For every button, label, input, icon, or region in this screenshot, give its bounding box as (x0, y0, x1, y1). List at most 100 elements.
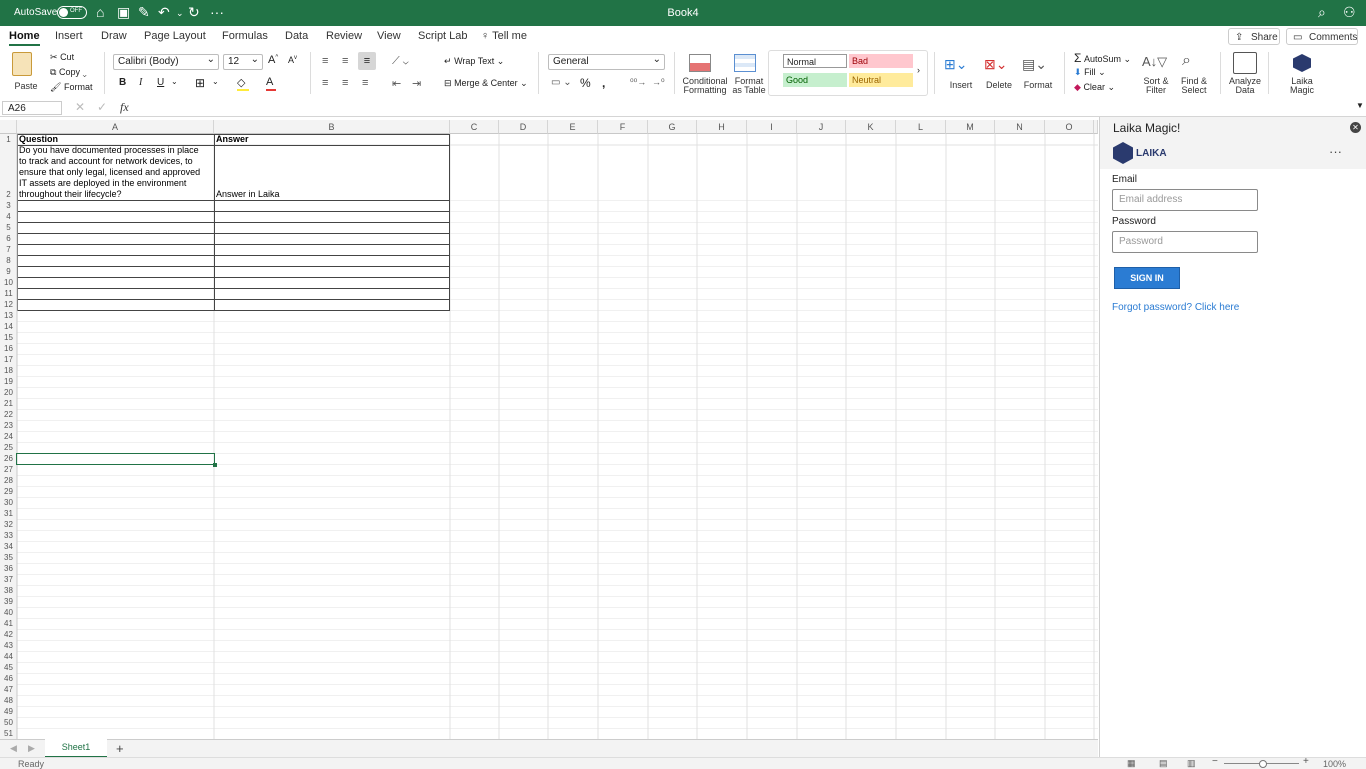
cell-b2[interactable]: Answer in Laika (216, 189, 280, 200)
style-bad[interactable]: Bad (849, 54, 913, 68)
row-header-21[interactable]: 21 (0, 399, 17, 408)
sign-in-button[interactable]: SIGN IN (1114, 267, 1180, 289)
column-header-g[interactable]: G (648, 120, 697, 134)
styles-more-icon[interactable]: › (917, 65, 920, 75)
cancel-entry-icon[interactable]: ✕ (75, 100, 85, 114)
column-header-l[interactable]: L (896, 120, 946, 134)
row-header-30[interactable]: 30 (0, 498, 17, 507)
column-header-b[interactable]: B (214, 120, 450, 134)
row-header-49[interactable]: 49 (0, 707, 17, 716)
copy-button[interactable]: ⧉ Copy ⌄ (50, 67, 87, 78)
tell-me[interactable]: ♀ Tell me (481, 30, 527, 42)
font-color-icon[interactable]: A (266, 76, 276, 91)
zoom-out-icon[interactable]: − (1212, 756, 1218, 767)
align-right-icon[interactable]: ≡ (362, 77, 368, 89)
row-header-29[interactable]: 29 (0, 487, 17, 496)
selected-cell-a26[interactable] (16, 453, 217, 467)
column-header-f[interactable]: F (598, 120, 648, 134)
row-header-2[interactable]: 2 (0, 190, 17, 199)
zoom-slider-thumb[interactable] (1259, 760, 1267, 768)
search-icon[interactable]: ⌕ (1318, 4, 1326, 21)
row-header-17[interactable]: 17 (0, 355, 17, 364)
cut-button[interactable]: ✂ Cut (50, 52, 74, 63)
row-header-44[interactable]: 44 (0, 652, 17, 661)
fill-color-icon[interactable]: ◇ (237, 76, 249, 91)
next-sheet-icon[interactable]: ▶ (28, 743, 35, 754)
accounting-format-icon[interactable]: ▭ ⌄ (551, 77, 572, 88)
forgot-password-link[interactable]: Forgot password? Click here (1112, 302, 1239, 313)
tab-draw[interactable]: Draw (101, 30, 127, 42)
column-header-j[interactable]: J (797, 120, 846, 134)
add-sheet-button[interactable]: + (116, 741, 124, 756)
email-input[interactable]: Email address (1112, 189, 1258, 211)
column-header-a[interactable]: A (17, 120, 214, 134)
tab-view[interactable]: View (377, 30, 401, 42)
row-header-37[interactable]: 37 (0, 575, 17, 584)
row-header-42[interactable]: 42 (0, 630, 17, 639)
row-header-20[interactable]: 20 (0, 388, 17, 397)
row-header-6[interactable]: 6 (0, 234, 17, 243)
wrap-text-button[interactable]: ↵ Wrap Text ⌄ (444, 56, 504, 67)
row-header-12[interactable]: 12 (0, 300, 17, 309)
orientation-icon[interactable]: ⟋ ⌄ (392, 55, 409, 68)
row-header-24[interactable]: 24 (0, 432, 17, 441)
row-header-45[interactable]: 45 (0, 663, 17, 672)
tab-data[interactable]: Data (285, 30, 308, 42)
row-header-36[interactable]: 36 (0, 564, 17, 573)
style-normal[interactable]: Normal (783, 54, 847, 68)
row-header-16[interactable]: 16 (0, 344, 17, 353)
row-header-23[interactable]: 23 (0, 421, 17, 430)
clear-button[interactable]: ◆ Clear ⌄ (1074, 82, 1115, 93)
find-select-button[interactable]: ⌕ Find & Select (1178, 50, 1210, 96)
row-header-3[interactable]: 3 (0, 201, 17, 210)
style-neutral[interactable]: Neutral (849, 73, 913, 87)
row-header-18[interactable]: 18 (0, 366, 17, 375)
row-header-51[interactable]: 51 (0, 729, 17, 738)
pane-menu-icon[interactable]: ··· (1329, 144, 1342, 159)
zoom-slider[interactable] (1224, 760, 1299, 768)
percent-icon[interactable]: % (580, 76, 591, 90)
autosum-button[interactable]: Σ AutoSum ⌄ (1074, 51, 1131, 65)
row-header-26[interactable]: 26 (0, 454, 17, 463)
delete-cells-button[interactable]: ⊠⌄ Delete (982, 50, 1016, 96)
column-header-p[interactable] (1094, 120, 1098, 134)
column-header-e[interactable]: E (548, 120, 598, 134)
row-header-47[interactable]: 47 (0, 685, 17, 694)
column-header-d[interactable]: D (499, 120, 548, 134)
row-header-15[interactable]: 15 (0, 333, 17, 342)
cell-b1[interactable]: Answer (216, 134, 249, 145)
column-header-o[interactable]: O (1045, 120, 1094, 134)
analyze-data-button[interactable]: Analyze Data (1228, 50, 1262, 96)
row-header-32[interactable]: 32 (0, 520, 17, 529)
underline-button[interactable]: U (157, 77, 164, 88)
column-header-c[interactable]: C (450, 120, 499, 134)
align-left-icon[interactable]: ≡ (322, 77, 328, 89)
row-header-5[interactable]: 5 (0, 223, 17, 232)
row-header-8[interactable]: 8 (0, 256, 17, 265)
row-header-4[interactable]: 4 (0, 212, 17, 221)
row-header-28[interactable]: 28 (0, 476, 17, 485)
prev-sheet-icon[interactable]: ◀ (10, 743, 17, 754)
borders-dropdown-icon[interactable]: ⌄ (212, 77, 219, 86)
decrease-font-icon[interactable]: Av (288, 55, 297, 65)
row-header-31[interactable]: 31 (0, 509, 17, 518)
fill-handle[interactable] (213, 463, 217, 467)
borders-icon[interactable]: ⊞ (195, 76, 205, 90)
expand-formula-icon[interactable]: ▼ (1356, 101, 1364, 110)
comments-button[interactable]: ▭ Comments (1286, 28, 1358, 45)
row-header-10[interactable]: 10 (0, 278, 17, 287)
row-header-11[interactable]: 11 (0, 289, 17, 298)
normal-view-icon[interactable]: ▦ (1127, 758, 1136, 769)
row-header-22[interactable]: 22 (0, 410, 17, 419)
worksheet-grid[interactable]: A B C D E F G H I J K L M N O 1234567891… (0, 120, 1098, 741)
confirm-entry-icon[interactable]: ✓ (97, 100, 107, 114)
format-as-table-button[interactable]: Format as Table (732, 50, 766, 96)
row-header-46[interactable]: 46 (0, 674, 17, 683)
laika-magic-button[interactable]: Laika Magic (1276, 50, 1340, 96)
comma-style-icon[interactable]: , (602, 76, 605, 90)
style-good[interactable]: Good (783, 73, 847, 87)
tab-home[interactable]: Home (9, 30, 40, 46)
increase-decimal-icon[interactable]: ⁰⁰→ (630, 77, 646, 88)
insert-function-icon[interactable]: fx (120, 100, 129, 115)
row-header-19[interactable]: 19 (0, 377, 17, 386)
